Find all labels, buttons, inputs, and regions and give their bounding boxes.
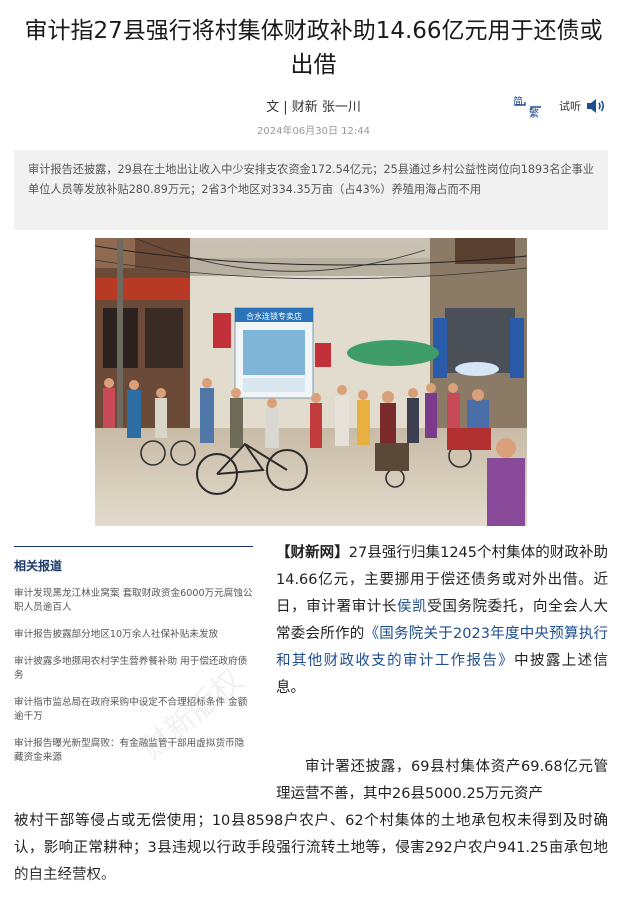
article-paragraph-2-continued: 被村干部等侵占或无偿使用；10县8598户农户、62个村集体的土地承包权未得到及…: [14, 813, 608, 883]
related-reports: 相关报道 审计发现黑龙江林业窝案 套取财政资金6000万元腐蚀公职人员逾百人 审…: [14, 546, 253, 765]
article-paragraph-1: 【财新网】27县强行归集1245个村集体的财政补助14.66亿元，主要挪用于偿还…: [276, 545, 609, 696]
article-photo: 合水连锁专卖店: [95, 238, 527, 526]
related-link[interactable]: 审计报告披露部分地区10万余人社保补贴未发放: [14, 628, 253, 642]
related-link[interactable]: 审计报告曝光新型腐败：有金融监管干部用虚拟货币隐藏资金来源: [14, 737, 253, 765]
article-summary: 审计报告还披露，29县在土地出让收入中少安排支农资金172.54亿元；25县通过…: [14, 150, 608, 230]
listen-button[interactable]: 试听: [559, 97, 607, 115]
speaker-icon: [587, 99, 605, 113]
related-link[interactable]: 审计发现黑龙江林业窝案 套取财政资金6000万元腐蚀公职人员逾百人: [14, 587, 253, 615]
person-link[interactable]: 侯凯: [397, 599, 427, 615]
sidebar-divider: [14, 546, 253, 547]
source-tag: 【财新网】: [276, 545, 349, 561]
related-reports-title: 相关报道: [14, 559, 63, 573]
article-paragraph-2-start: 审计署还披露，69县村集体资产69.68亿元管理运营不善，其中26县5000.2…: [276, 759, 608, 802]
related-link[interactable]: 审计披露多地挪用农村学生营养餐补助 用于偿还政府债务: [14, 655, 253, 683]
article-tools: 简 繁 试听: [511, 93, 607, 120]
article-title: 审计指27县强行将村集体财政补助14.66亿元用于还债或出借: [24, 18, 603, 78]
simplified-traditional-icon: 简 繁: [513, 97, 541, 120]
listen-label: 试听: [559, 100, 581, 113]
related-link[interactable]: 审计指市监总局在政府采购中设定不合理招标条件 金额逾千万: [14, 696, 253, 724]
photo-sign-text: 合水连锁专卖店: [246, 311, 302, 321]
traditional-chinese-toggle[interactable]: 简 繁: [511, 93, 545, 120]
article-date: 2024年06月30日 12:44: [257, 126, 370, 137]
